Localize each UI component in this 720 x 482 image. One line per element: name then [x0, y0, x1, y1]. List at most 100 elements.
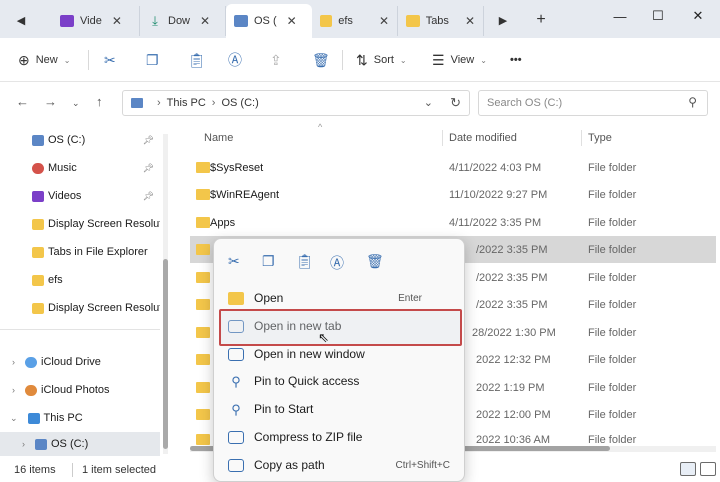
maximize-button[interactable]: ☐: [640, 4, 676, 28]
sidebar-item-icloud-drive[interactable]: › iCloud Drive: [0, 350, 160, 374]
file-type: File folder: [588, 189, 637, 201]
chevron-down-icon[interactable]: ⌄: [424, 96, 433, 109]
sidebar-item-efs[interactable]: efs: [0, 268, 160, 292]
selection-count: 1 item selected: [82, 464, 156, 476]
scissors-icon[interactable]: ✂: [228, 253, 240, 270]
rename-icon[interactable]: Ⓐ: [330, 253, 344, 273]
navigation-pane: OS (C:) 📌︎ Music 📌︎ Videos 📌︎ Display Sc…: [0, 124, 170, 458]
scroll-tabs-right-button[interactable]: ▶: [490, 8, 516, 32]
tab-efs[interactable]: efs ✕: [312, 6, 398, 36]
rename-button[interactable]: Ⓐ: [228, 48, 242, 72]
close-icon[interactable]: ✕: [112, 14, 122, 28]
sidebar-item-display-screen-resolution-2[interactable]: Display Screen Resolutio: [0, 296, 160, 320]
copy-icon[interactable]: ❐: [262, 253, 275, 270]
column-header-date-modified[interactable]: Date modified: [449, 132, 517, 144]
breadcrumb-this-pc[interactable]: This PC: [167, 97, 206, 109]
trash-icon: 🗑︎: [312, 51, 330, 68]
details-view-button[interactable]: [680, 462, 696, 476]
close-icon[interactable]: ✕: [465, 14, 475, 28]
menu-item-label: Open in new window: [254, 347, 365, 361]
close-icon[interactable]: ✕: [200, 14, 210, 28]
up-arrow-icon[interactable]: ↑: [96, 94, 103, 109]
sidebar-item-tabs-in-file-explorer[interactable]: Tabs in File Explorer: [0, 240, 160, 264]
file-date: /2022 3:35 PM: [476, 244, 548, 256]
breadcrumb-os-c[interactable]: OS (C:): [221, 97, 258, 109]
paste-button[interactable]: 📋︎: [188, 48, 206, 72]
copy-button[interactable]: ❐: [146, 48, 159, 72]
tab-label: Tabs: [425, 15, 449, 27]
delete-button[interactable]: 🗑︎: [312, 48, 330, 72]
address-bar[interactable]: › This PC › OS (C:) ⌄ ↻: [122, 90, 470, 116]
folder-icon: [196, 299, 210, 310]
scrollbar-thumb[interactable]: [163, 259, 168, 449]
sidebar-item-this-pc[interactable]: ⌄ This PC: [0, 406, 160, 430]
sidebar-item-label: iCloud Drive: [41, 356, 101, 368]
back-arrow-icon[interactable]: ←: [16, 94, 29, 109]
column-header-name[interactable]: Name: [204, 132, 233, 144]
rename-icon: Ⓐ: [228, 52, 242, 68]
view-list-icon: ☰: [432, 51, 445, 68]
folder-icon: [32, 274, 44, 286]
menu-item-compress-to-zip[interactable]: Compress to ZIP file: [218, 423, 462, 451]
forward-arrow-icon[interactable]: →: [44, 94, 57, 109]
sidebar-item-icloud-photos[interactable]: › iCloud Photos: [0, 378, 160, 402]
file-date: 2022 12:32 PM: [476, 354, 551, 366]
folder-icon: [32, 302, 44, 314]
sidebar-scrollbar[interactable]: [163, 134, 168, 454]
recent-chevron-icon[interactable]: ⌄: [72, 98, 80, 109]
tab-tabs[interactable]: Tabs ✕: [398, 6, 484, 36]
table-row[interactable]: $WinREAgent 11/10/2022 9:27 PM File fold…: [190, 181, 716, 208]
share-button[interactable]: ⇪: [270, 48, 282, 72]
tab-os-c[interactable]: OS ( ✕: [226, 4, 312, 38]
chevron-down-icon[interactable]: ⌄: [10, 413, 18, 424]
clipboard-icon[interactable]: 📋︎: [296, 253, 314, 270]
view-button[interactable]: ☰ View ⌄: [432, 48, 487, 72]
menu-item-label: Pin to Start: [254, 402, 314, 416]
sidebar-item-music[interactable]: Music 📌︎: [0, 156, 160, 180]
close-icon[interactable]: ✕: [287, 14, 297, 28]
sidebar-item-videos[interactable]: Videos 📌︎: [0, 184, 160, 208]
file-name: Apps: [210, 217, 236, 229]
column-divider[interactable]: [581, 130, 582, 146]
close-icon[interactable]: ✕: [379, 14, 389, 28]
sidebar-item-display-screen-resolution[interactable]: Display Screen Resolutio: [0, 212, 160, 236]
new-tab-button[interactable]: +: [528, 8, 554, 32]
file-type: File folder: [588, 354, 637, 366]
menu-item-copy-as-path[interactable]: Copy as path Ctrl+Shift+C: [218, 451, 462, 479]
trash-icon[interactable]: 🗑︎: [366, 253, 384, 270]
column-header-type[interactable]: Type: [588, 132, 612, 144]
scroll-tabs-left-button[interactable]: ◀: [8, 8, 34, 32]
menu-item-pin-to-start[interactable]: ⚲ Pin to Start: [218, 395, 462, 423]
close-window-button[interactable]: ✕: [680, 4, 716, 28]
folder-icon: [196, 434, 210, 445]
sidebar-item-os-c[interactable]: OS (C:) 📌︎: [0, 128, 160, 152]
sidebar-item-label: efs: [48, 274, 63, 286]
folder-icon: [228, 291, 244, 305]
divider: [342, 50, 343, 70]
refresh-icon[interactable]: ↻: [450, 95, 461, 111]
menu-item-open[interactable]: Open Enter: [218, 284, 462, 312]
new-button[interactable]: ⊕ New ⌄: [18, 48, 70, 72]
search-input[interactable]: Search OS (C:) ⚲: [478, 90, 708, 116]
tab-downloads[interactable]: ⤓ Dow ✕: [140, 6, 226, 36]
divider: [0, 329, 160, 330]
table-row[interactable]: $SysReset 4/11/2022 4:03 PM File folder: [190, 154, 716, 181]
divider: [72, 463, 73, 477]
chevron-right-icon[interactable]: ›: [12, 357, 15, 367]
menu-item-label: Copy as path: [254, 458, 325, 472]
tab-videos[interactable]: Vide ✕: [52, 6, 140, 36]
column-divider[interactable]: [442, 130, 443, 146]
minimize-button[interactable]: —: [602, 4, 638, 28]
context-menu: ✂ ❐ 📋︎ Ⓐ 🗑︎ Open Enter Open in new tab O…: [213, 238, 465, 482]
cut-button[interactable]: ✂: [104, 48, 116, 72]
chevron-right-icon[interactable]: ›: [22, 439, 25, 449]
chevron-right-icon[interactable]: ›: [12, 385, 15, 395]
menu-item-pin-to-quick-access[interactable]: ⚲ Pin to Quick access: [218, 367, 462, 395]
sidebar-item-os-c-drive[interactable]: › OS (C:): [0, 432, 160, 456]
more-options-button[interactable]: •••: [510, 48, 522, 72]
sort-button[interactable]: ⇅ Sort ⌄: [356, 48, 407, 72]
pin-icon: ⚲: [231, 373, 241, 389]
table-row[interactable]: Apps 4/11/2022 3:35 PM File folder: [190, 209, 716, 236]
tiles-view-button[interactable]: [700, 462, 716, 476]
pin-icon: 📌︎: [142, 134, 154, 145]
